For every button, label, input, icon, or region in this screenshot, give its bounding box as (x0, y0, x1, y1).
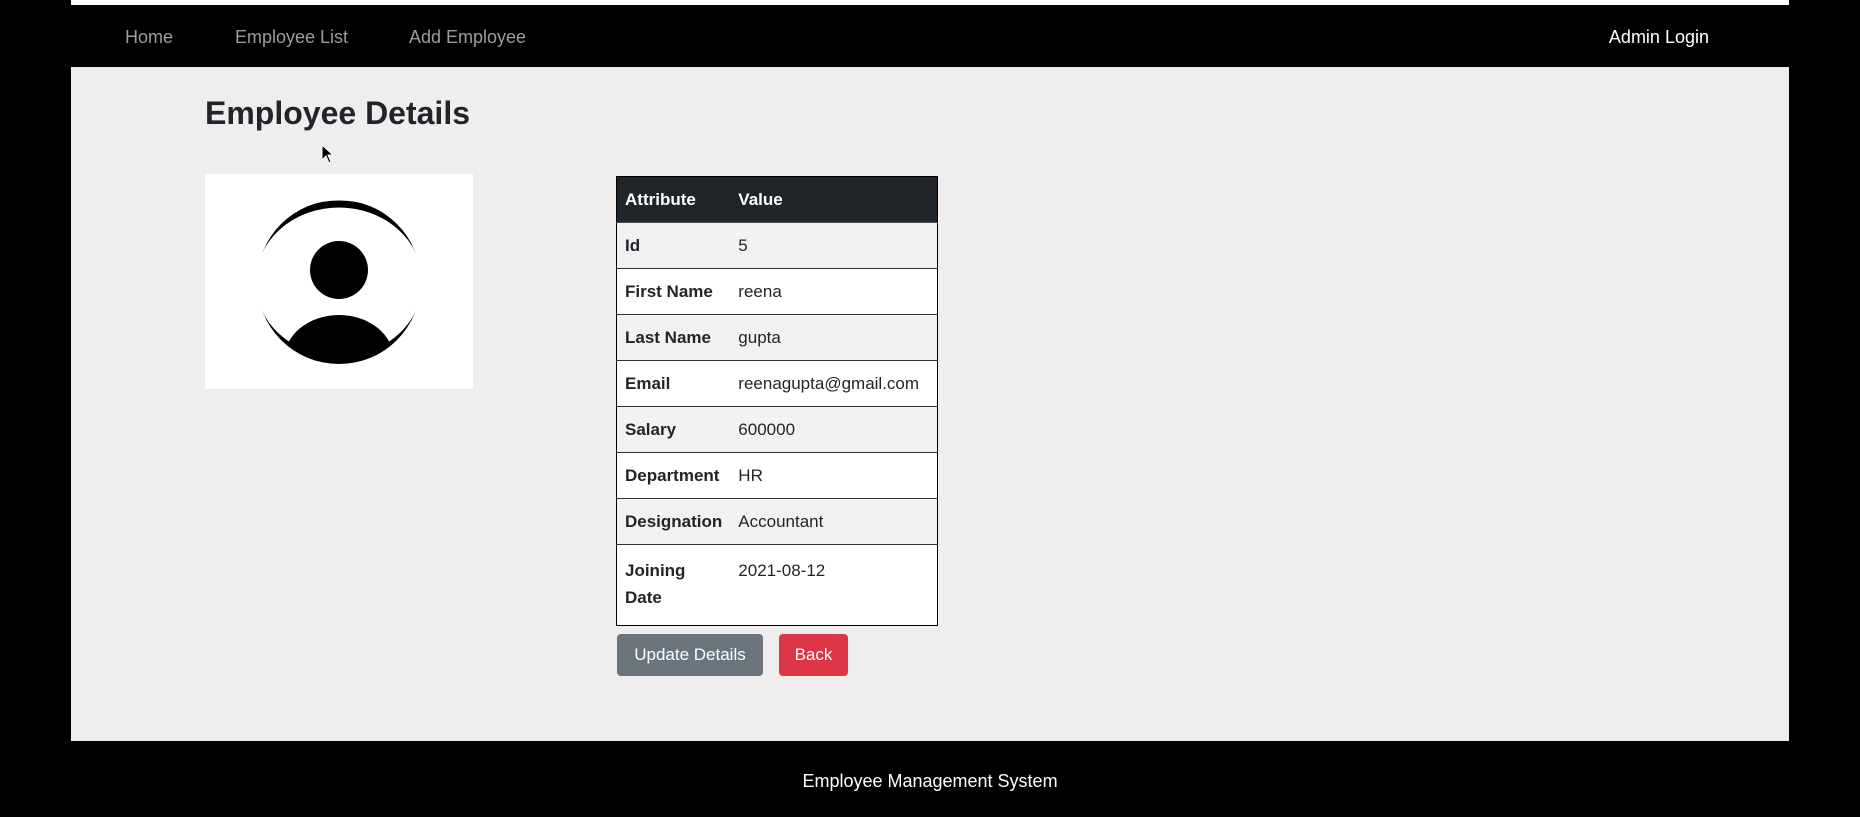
table-row: Email reenagupta@gmail.com (616, 360, 938, 407)
table-row: First Name reena (616, 268, 938, 315)
value-cell: Accountant (730, 498, 938, 545)
value-cell: gupta (730, 314, 938, 361)
value-cell: 2021-08-12 (730, 544, 938, 626)
main-content: Employee Details Attribute Value Id 5 Fi… (71, 67, 1789, 741)
attribute-cell: Id (616, 222, 731, 269)
nav-link-admin-login[interactable]: Admin Login (1609, 27, 1709, 48)
mouse-cursor-icon (321, 144, 335, 164)
attribute-cell: Email (616, 360, 731, 407)
user-circle-icon (257, 200, 421, 364)
update-details-button[interactable]: Update Details (617, 634, 763, 676)
page-title: Employee Details (205, 95, 470, 131)
table-row: Salary 600000 (616, 406, 938, 453)
footer: Employee Management System (0, 741, 1860, 817)
column-header-attribute: Attribute (616, 176, 731, 223)
table-header-row: Attribute Value (616, 176, 938, 223)
table-row: Joining Date 2021-08-12 (616, 544, 938, 626)
employee-details-table: Attribute Value Id 5 First Name reena La… (616, 176, 938, 626)
attribute-cell: Last Name (616, 314, 731, 361)
table-row: Designation Accountant (616, 498, 938, 545)
value-cell: 5 (730, 222, 938, 269)
column-header-value: Value (730, 176, 938, 223)
value-cell: reena (730, 268, 938, 315)
table-row: Department HR (616, 452, 938, 499)
attribute-cell: First Name (616, 268, 731, 315)
attribute-cell: Designation (616, 498, 731, 545)
nav-link-add-employee[interactable]: Add Employee (409, 27, 526, 48)
navbar: Home Employee List Add Employee Admin Lo… (71, 5, 1789, 67)
nav-link-employee-list[interactable]: Employee List (235, 27, 348, 48)
employee-avatar (205, 174, 473, 389)
footer-text: Employee Management System (802, 771, 1058, 791)
table-row: Id 5 (616, 222, 938, 269)
attribute-cell: Salary (616, 406, 731, 453)
value-cell: HR (730, 452, 938, 499)
table-row: Last Name gupta (616, 314, 938, 361)
value-cell: reenagupta@gmail.com (730, 360, 938, 407)
value-cell: 600000 (730, 406, 938, 453)
attribute-cell: Joining Date (616, 544, 731, 626)
attribute-cell: Department (616, 452, 731, 499)
back-button[interactable]: Back (779, 634, 848, 676)
nav-link-home[interactable]: Home (125, 27, 173, 48)
